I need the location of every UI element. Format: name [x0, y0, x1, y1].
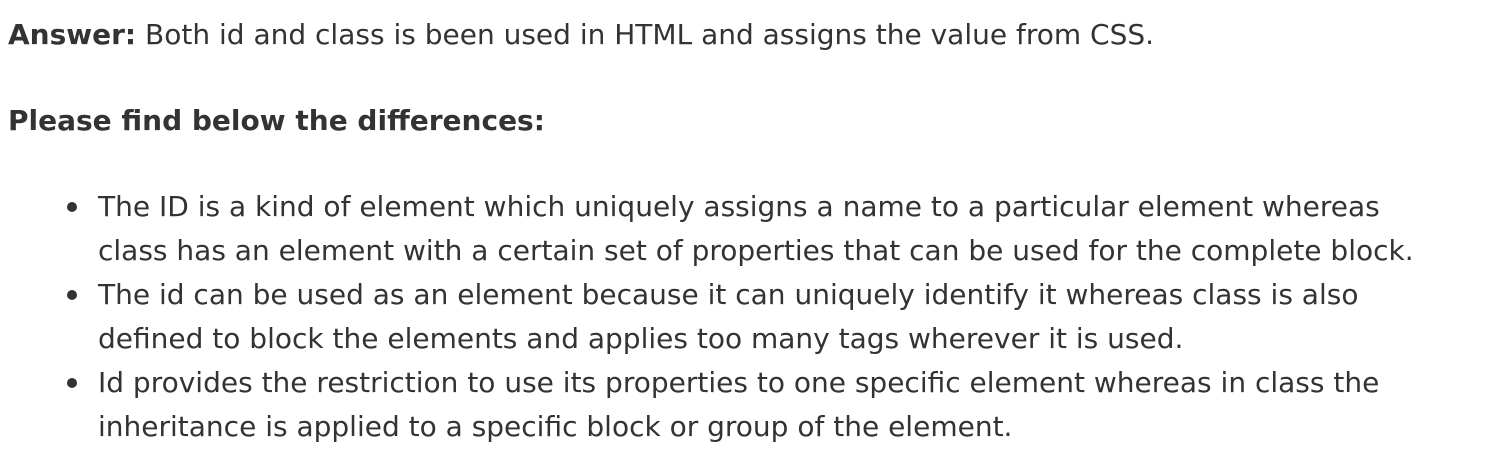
list-item: Id provides the restriction to use its p… — [8, 361, 1502, 449]
list-item: The id can be used as an element because… — [8, 273, 1502, 361]
list-item-line: defined to block the elements and applie… — [98, 322, 1184, 355]
bullet-icon — [67, 202, 77, 212]
differences-list: The ID is a kind of element which unique… — [8, 185, 1502, 449]
list-item-line: The id can be used as an element because… — [98, 278, 1359, 311]
list-item-line: class has an element with a certain set … — [98, 234, 1414, 267]
list-item-line: The ID is a kind of element which unique… — [98, 190, 1380, 223]
answer-label: Answer: — [8, 18, 137, 51]
differences-heading: Please find below the differences: — [8, 104, 545, 137]
answer-text: Both id and class is been used in HTML a… — [136, 18, 1155, 51]
list-item: The ID is a kind of element which unique… — [8, 185, 1502, 273]
bullet-icon — [67, 290, 77, 300]
list-item-line: inheritance is applied to a specific blo… — [98, 410, 1013, 443]
article-content: Answer: Both id and class is been used i… — [0, 0, 1510, 449]
list-item-line: Id provides the restriction to use its p… — [98, 366, 1380, 399]
answer-paragraph: Answer: Both id and class is been used i… — [8, 13, 1502, 57]
bullet-icon — [67, 378, 77, 388]
